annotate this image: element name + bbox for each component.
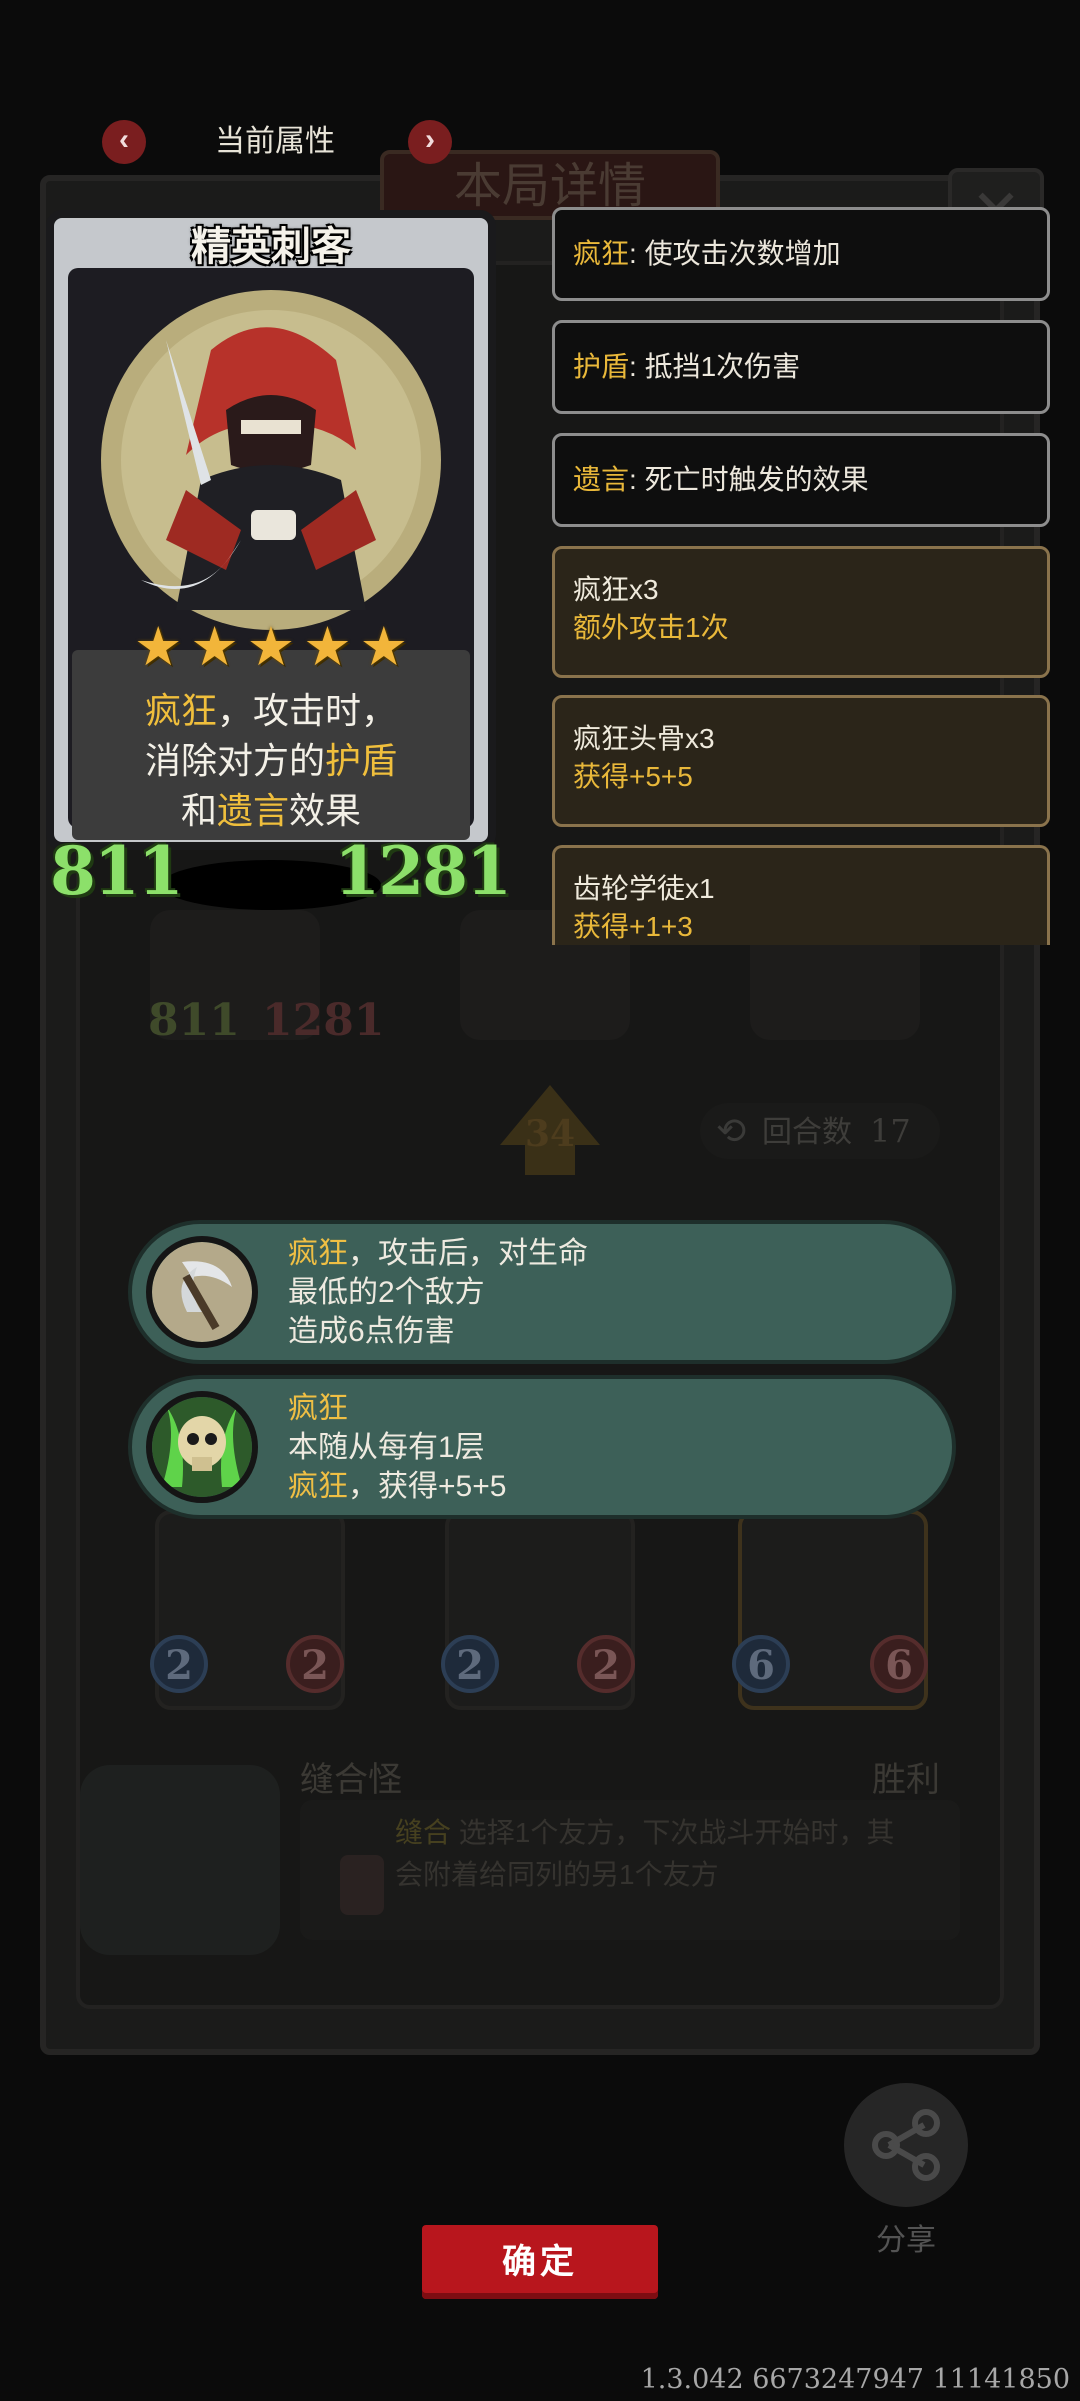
monster-desc-keyword: 缝合 bbox=[395, 1817, 452, 1848]
keyword-definition: 护盾: 抵挡1次伤害 bbox=[552, 320, 1050, 414]
buff-item: 疯狂x3 额外攻击1次 bbox=[552, 546, 1050, 678]
effect-line: 最低的2个敌方 bbox=[288, 1276, 485, 1309]
keyword-name: 疯狂 bbox=[573, 238, 630, 269]
card-health-badge: 6 bbox=[870, 1635, 928, 1693]
effect-text: 疯狂 本随从每有1层 疯狂，获得+5+5 bbox=[288, 1389, 506, 1506]
round-count: ⟲ 回合数 17 bbox=[700, 1103, 940, 1159]
effect-line: 造成6点伤害 bbox=[288, 1315, 455, 1348]
effect-text: 疯狂，攻击后，对生命 最低的2个敌方 造成6点伤害 bbox=[288, 1234, 588, 1351]
card-health-badge: 2 bbox=[577, 1635, 635, 1693]
buff-item: 疯狂头骨x3 获得+5+5 bbox=[552, 695, 1050, 827]
chevron-right-icon: › bbox=[425, 123, 435, 156]
hero-name: 精英刺客 bbox=[191, 225, 351, 269]
buff-desc: 获得+5+5 bbox=[573, 761, 693, 792]
ability-keyword: 遗言 bbox=[216, 790, 289, 831]
scythe-icon bbox=[146, 1236, 258, 1348]
effect-keyword: 疯狂 bbox=[288, 1392, 348, 1425]
share-label: 分享 bbox=[876, 2224, 936, 2257]
buff-item: 齿轮学徒x1 获得+1+3 bbox=[552, 845, 1050, 945]
monster-counter bbox=[340, 1855, 384, 1915]
round-badge: 34 bbox=[500, 1085, 600, 1175]
card-attack-badge: 2 bbox=[150, 1635, 208, 1693]
round-count-value: 17 bbox=[870, 1112, 911, 1150]
card-health-badge: 2 bbox=[286, 1635, 344, 1693]
refresh-icon: ⟲ bbox=[716, 1110, 747, 1151]
card-attack-badge: 6 bbox=[732, 1635, 790, 1693]
star-icon: ★ bbox=[359, 617, 409, 677]
skull-icon-art bbox=[152, 1397, 252, 1497]
ability-text: 消除对方的 bbox=[144, 740, 325, 781]
ability-keyword: 疯狂 bbox=[144, 690, 217, 731]
prev-arrow-button[interactable]: ‹ bbox=[102, 120, 146, 164]
share-icon bbox=[872, 2109, 940, 2181]
confirm-button[interactable]: 确定 bbox=[422, 2225, 658, 2299]
effect-keyword: 疯狂 bbox=[288, 1470, 348, 1503]
buff-desc: 额外攻击1次 bbox=[573, 612, 729, 643]
star-icon: ★ bbox=[303, 617, 352, 677]
buff-name: 疯狂头骨x3 bbox=[573, 723, 715, 754]
keyword-desc: : 使攻击次数增加 bbox=[629, 238, 841, 269]
share-button[interactable] bbox=[844, 2083, 968, 2207]
star-icon: ★ bbox=[246, 617, 296, 677]
ability-keyword: 护盾 bbox=[325, 740, 398, 781]
ability-text: 和 bbox=[180, 790, 217, 831]
ability-text: 效果 bbox=[289, 790, 362, 831]
round-count-label: 回合数 bbox=[762, 1116, 852, 1149]
effect-keyword: 疯狂 bbox=[288, 1237, 348, 1270]
round-badge-value: 34 bbox=[524, 1113, 576, 1155]
effect-line: ，获得+5+5 bbox=[348, 1470, 507, 1503]
hero-card: 精英刺客 ★ ★ ★ ★ ★ 疯狂，攻击时， 消除对方的护盾 和遗言效果 811 128… bbox=[46, 210, 512, 920]
effect-pill: 疯狂，攻击后，对生命 最低的2个敌方 造成6点伤害 bbox=[128, 1220, 956, 1364]
monster-portrait bbox=[80, 1765, 280, 1955]
keyword-desc: : 抵挡1次伤害 bbox=[629, 351, 801, 382]
hero-star-rating: ★ ★ ★ ★ ★ bbox=[46, 615, 496, 678]
monster-desc-text: 选择1个友方，下次战斗开始时，其会附着给同列的另1个友方 bbox=[395, 1817, 895, 1890]
star-icon: ★ bbox=[133, 617, 183, 677]
chevron-left-icon: ‹ bbox=[119, 123, 129, 156]
hero-ability-text: 疯狂，攻击时， 消除对方的护盾 和遗言效果 bbox=[72, 650, 470, 840]
skull-icon bbox=[146, 1391, 258, 1503]
buff-name: 疯狂x3 bbox=[573, 574, 659, 605]
next-arrow-button[interactable]: › bbox=[408, 120, 452, 164]
effect-line: ，攻击后，对生命 bbox=[348, 1237, 588, 1270]
keyword-name: 遗言 bbox=[573, 464, 630, 495]
assassin-portrait bbox=[101, 290, 441, 630]
buff-desc: 获得+1+3 bbox=[573, 911, 693, 942]
panel-title: 当前属性 bbox=[215, 125, 335, 158]
scythe-icon-art bbox=[152, 1242, 252, 1342]
buff-name: 齿轮学徒x1 bbox=[573, 873, 715, 904]
version-text: 1.3.042 6673247947 11141850 bbox=[640, 2364, 1070, 2395]
monster-name: 缝合怪 bbox=[300, 1761, 402, 1799]
background-unit-attack: 1281 bbox=[262, 995, 385, 1046]
background-unit-hp: 811 bbox=[148, 995, 240, 1046]
keyword-desc: : 死亡时触发的效果 bbox=[629, 464, 869, 495]
effect-pill: 疯狂 本随从每有1层 疯狂，获得+5+5 bbox=[128, 1375, 956, 1519]
hero-attack: 1281 bbox=[334, 832, 512, 910]
card-attack-badge: 2 bbox=[441, 1635, 499, 1693]
keyword-name: 护盾 bbox=[573, 351, 630, 382]
keyword-definition: 遗言: 死亡时触发的效果 bbox=[552, 433, 1050, 527]
star-icon: ★ bbox=[190, 617, 239, 677]
keyword-definition: 疯狂: 使攻击次数增加 bbox=[552, 207, 1050, 301]
ability-text: ，攻击时， bbox=[217, 690, 398, 731]
effect-line: 本随从每有1层 bbox=[288, 1431, 485, 1464]
monster-description: 缝合 选择1个友方，下次战斗开始时，其会附着给同列的另1个友方 bbox=[300, 1800, 960, 1940]
hero-health: 811 bbox=[50, 832, 184, 910]
battle-result: 胜利 bbox=[872, 1761, 940, 1799]
